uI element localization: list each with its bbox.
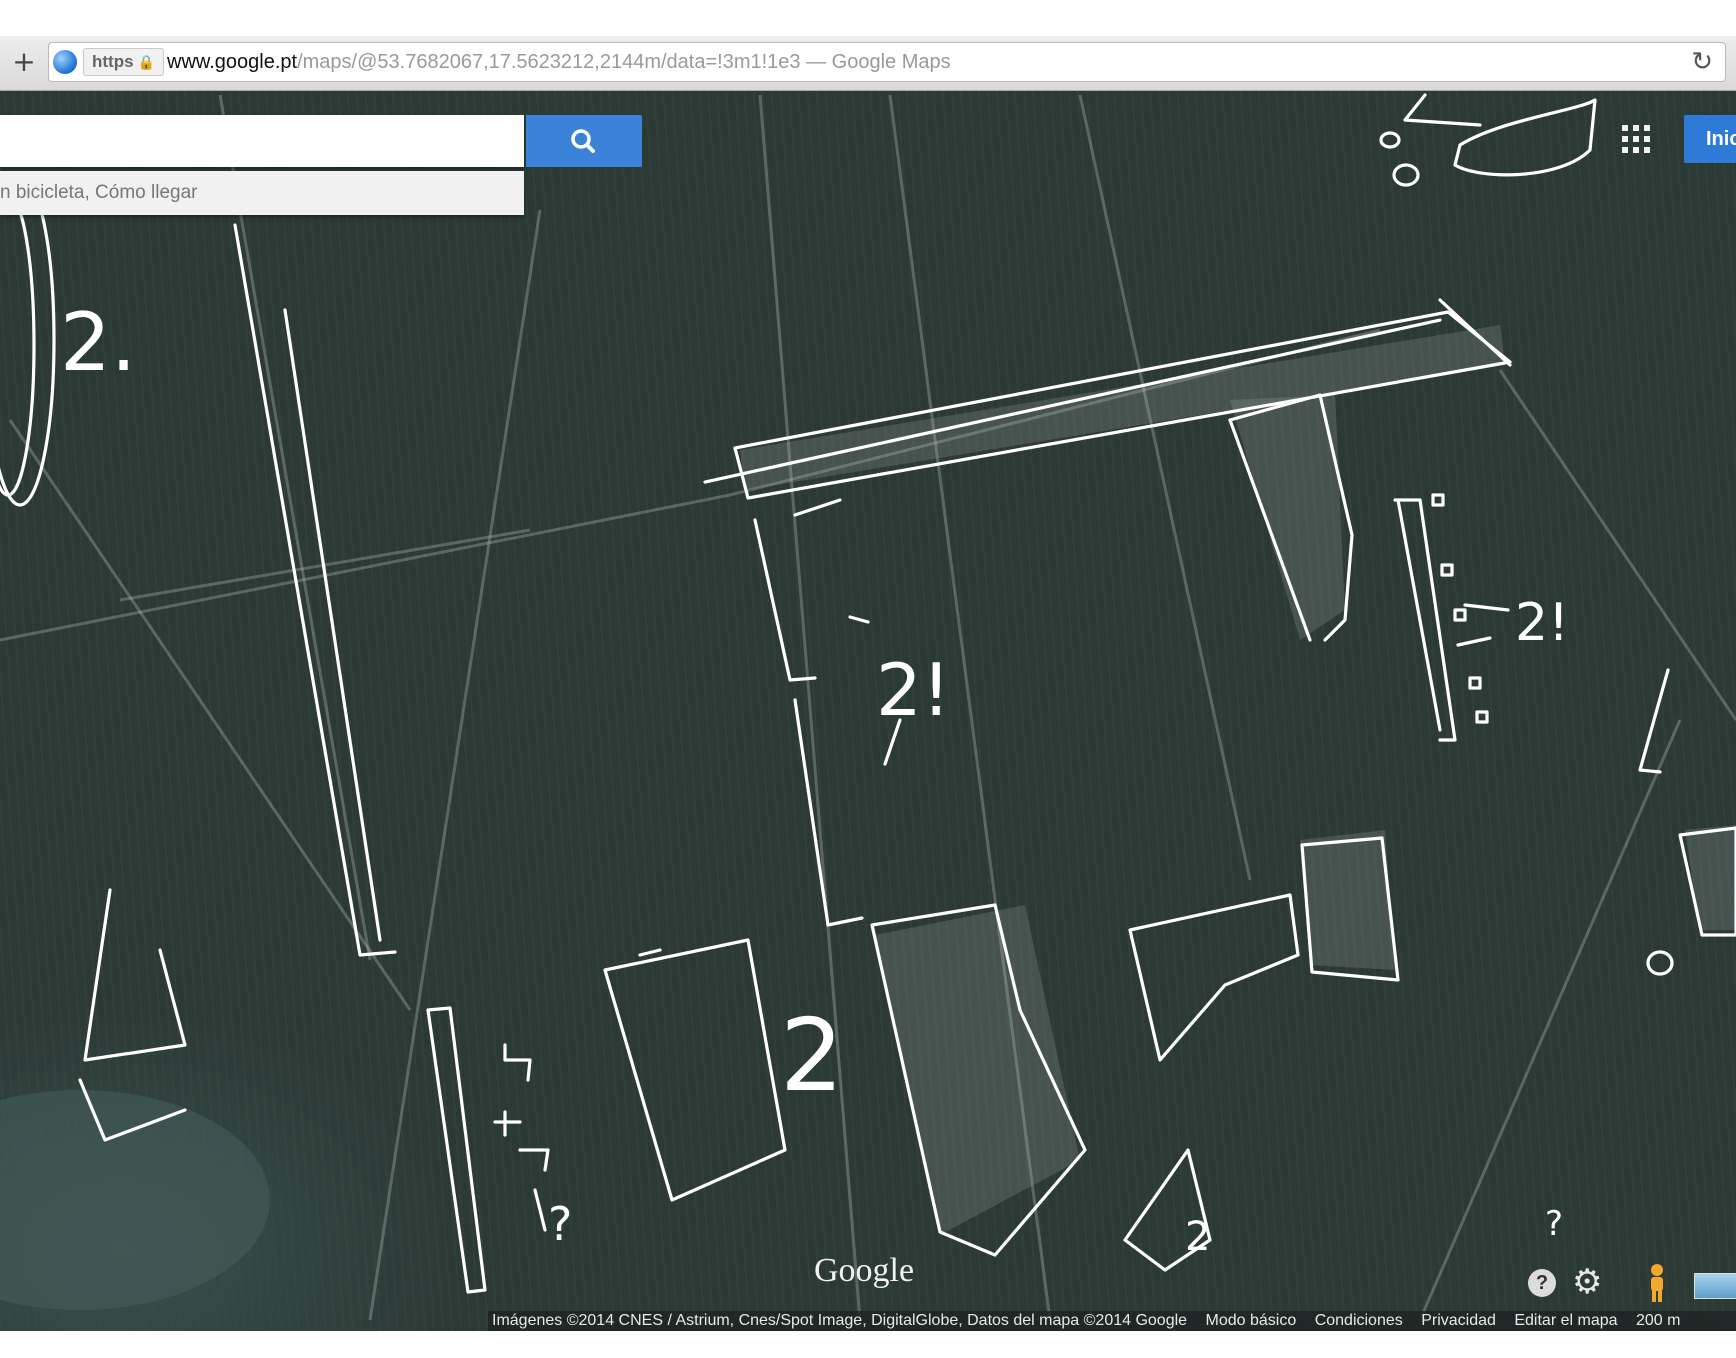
- question-mark-top-left: 2.: [60, 296, 136, 389]
- url-path: /maps/@53.7682067,17.5623212,2144m/data=…: [297, 51, 801, 73]
- satellite-map[interactable]: 2. 2! 2! 2 2 ? ? n bicicleta, Cómo llega…: [0, 91, 1736, 1331]
- apps-grid-icon[interactable]: [1620, 123, 1652, 155]
- map-footer: Imágenes ©2014 CNES / Astrium, Cnes/Spot…: [488, 1311, 1736, 1331]
- page-title: — Google Maps: [800, 51, 951, 73]
- help-button[interactable]: ?: [1528, 1269, 1556, 1297]
- browser-toolbar: + https 🔒 www.google.pt/maps/@53.7682067,…: [0, 36, 1736, 91]
- footer-link-terms[interactable]: Condiciones: [1315, 1312, 1403, 1329]
- question-mark-small: ?: [1545, 1204, 1563, 1244]
- gear-icon[interactable]: ⚙: [1572, 1263, 1602, 1301]
- footer-link-basic-mode[interactable]: Modo básico: [1206, 1312, 1297, 1329]
- chalk-annotations: [0, 93, 1736, 1294]
- new-tab-button[interactable]: +: [6, 44, 42, 80]
- light-clearings: [740, 325, 1736, 1235]
- question-mark-crosses: ?: [548, 1197, 572, 1251]
- google-logo: Google: [814, 1252, 915, 1289]
- lock-icon: 🔒: [137, 54, 155, 70]
- url-text[interactable]: www.google.pt/maps/@53.7682067,17.562321…: [167, 43, 951, 81]
- question-mark-bottom: 2: [1185, 1214, 1210, 1260]
- signin-button[interactable]: Inic: [1684, 115, 1736, 163]
- search-button[interactable]: [526, 115, 642, 167]
- address-bar[interactable]: https 🔒 www.google.pt/maps/@53.7682067,17…: [48, 42, 1726, 82]
- page-margin: [0, 1331, 1736, 1358]
- search-suggestion[interactable]: n bicicleta, Cómo llegar: [0, 171, 524, 215]
- attribution-text: Imágenes ©2014 CNES / Astrium, Cnes/Spot…: [492, 1312, 1188, 1329]
- https-badge[interactable]: https 🔒: [83, 48, 164, 76]
- https-label: https: [92, 52, 134, 71]
- forest-firebreak-lines: [0, 94, 1736, 1321]
- map-drawing-overlay: 2. 2! 2! 2 2 ? ?: [0, 93, 1736, 1321]
- warning-mark-right: 2!: [1515, 593, 1569, 653]
- lake: [0, 1090, 270, 1310]
- search-icon: [571, 129, 595, 153]
- map-thumbnail-icon[interactable]: [1694, 1273, 1736, 1299]
- scale-label[interactable]: 200 m: [1636, 1311, 1680, 1331]
- globe-icon: [53, 50, 77, 74]
- reload-icon[interactable]: ↻: [1691, 45, 1713, 79]
- url-host: www.google.pt: [167, 51, 298, 73]
- footer-link-edit-map[interactable]: Editar el mapa: [1514, 1312, 1617, 1329]
- footer-link-privacy[interactable]: Privacidad: [1421, 1312, 1496, 1329]
- pegman-icon[interactable]: [1644, 1263, 1670, 1303]
- search-input[interactable]: [0, 115, 524, 167]
- question-mark-center: 2: [780, 997, 844, 1114]
- warning-mark-center: 2!: [876, 648, 951, 732]
